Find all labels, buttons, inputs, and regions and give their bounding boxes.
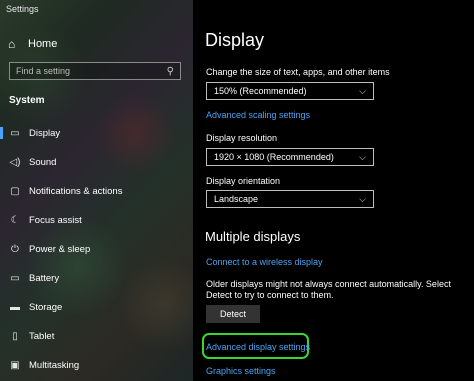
orientation-label: Display orientation — [206, 176, 281, 186]
orientation-dropdown[interactable]: Landscape ⌵ — [206, 190, 374, 208]
chevron-down-icon: ⌵ — [359, 151, 366, 162]
sidebar-item-label: Sound — [29, 156, 57, 168]
sidebar-item-label: Focus assist — [29, 214, 82, 226]
home-label: Home — [28, 38, 58, 50]
wireless-display-link[interactable]: Connect to a wireless display — [206, 257, 323, 267]
sidebar-item-label: Storage — [29, 301, 63, 313]
sidebar-item-battery[interactable]: ▭ Battery — [0, 267, 193, 289]
sidebar-item-display[interactable]: ▭ Display — [0, 122, 193, 144]
orientation-value: Landscape — [214, 194, 259, 204]
monitor-icon: ▭ — [10, 127, 20, 139]
speaker-icon: ◁) — [9, 156, 21, 168]
sidebar-item-sound[interactable]: ◁) Sound — [0, 151, 193, 173]
search-input[interactable] — [16, 66, 167, 76]
sidebar: Settings ⌂ Home ⚲ System ▭ Display ◁) So… — [0, 0, 193, 381]
scale-label: Change the size of text, apps, and other… — [206, 67, 390, 77]
graphics-settings-link[interactable]: Graphics settings — [206, 366, 276, 376]
window-title: Settings — [6, 4, 39, 14]
sidebar-item-tablet[interactable]: ▯ Tablet — [0, 325, 193, 347]
sidebar-item-multitasking[interactable]: ▣ Multitasking — [0, 354, 193, 376]
search-icon[interactable]: ⚲ — [167, 66, 174, 77]
sidebar-item-label: Tablet — [29, 330, 55, 342]
advanced-scaling-link[interactable]: Advanced scaling settings — [206, 110, 310, 120]
sidebar-item-storage[interactable]: ▬ Storage — [0, 296, 193, 318]
sidebar-item-label: Notifications & actions — [29, 185, 123, 197]
main-panel: Display Change the size of text, apps, a… — [193, 0, 474, 381]
tablet-icon: ▯ — [12, 330, 18, 342]
sidebar-item-power-sleep[interactable]: ⏻ Power & sleep — [0, 238, 193, 260]
sidebar-item-label: Display — [29, 127, 61, 139]
storage-icon: ▬ — [10, 301, 20, 313]
battery-icon: ▭ — [10, 272, 20, 284]
sidebar-home[interactable]: ⌂ Home — [8, 37, 57, 51]
advanced-display-settings-link[interactable]: Advanced display settings — [206, 342, 310, 352]
section-label-system: System — [9, 95, 45, 106]
notification-icon: ▢ — [10, 185, 20, 197]
chevron-down-icon: ⌵ — [359, 193, 366, 204]
sidebar-item-label: Multitasking — [29, 359, 80, 371]
detect-description: Older displays might not always connect … — [206, 279, 451, 300]
resolution-label: Display resolution — [206, 133, 278, 143]
multiple-displays-heading: Multiple displays — [205, 229, 301, 244]
scale-dropdown[interactable]: 150% (Recommended) ⌵ — [206, 82, 374, 100]
power-icon: ⏻ — [11, 243, 19, 255]
detect-button[interactable]: Detect — [206, 305, 260, 323]
page-title: Display — [205, 30, 265, 50]
moon-icon: ☾ — [10, 214, 20, 226]
sidebar-item-notifications[interactable]: ▢ Notifications & actions — [0, 180, 193, 202]
resolution-value: 1920 × 1080 (Recommended) — [214, 152, 334, 162]
sidebar-item-focus-assist[interactable]: ☾ Focus assist — [0, 209, 193, 231]
home-icon: ⌂ — [8, 37, 16, 51]
resolution-dropdown[interactable]: 1920 × 1080 (Recommended) ⌵ — [206, 148, 374, 166]
scale-value: 150% (Recommended) — [214, 86, 307, 96]
sidebar-item-label: Battery — [29, 272, 60, 284]
sidebar-item-label: Power & sleep — [29, 243, 91, 255]
multitasking-icon: ▣ — [10, 359, 20, 371]
chevron-down-icon: ⌵ — [359, 85, 366, 96]
search-box[interactable]: ⚲ — [9, 62, 181, 80]
